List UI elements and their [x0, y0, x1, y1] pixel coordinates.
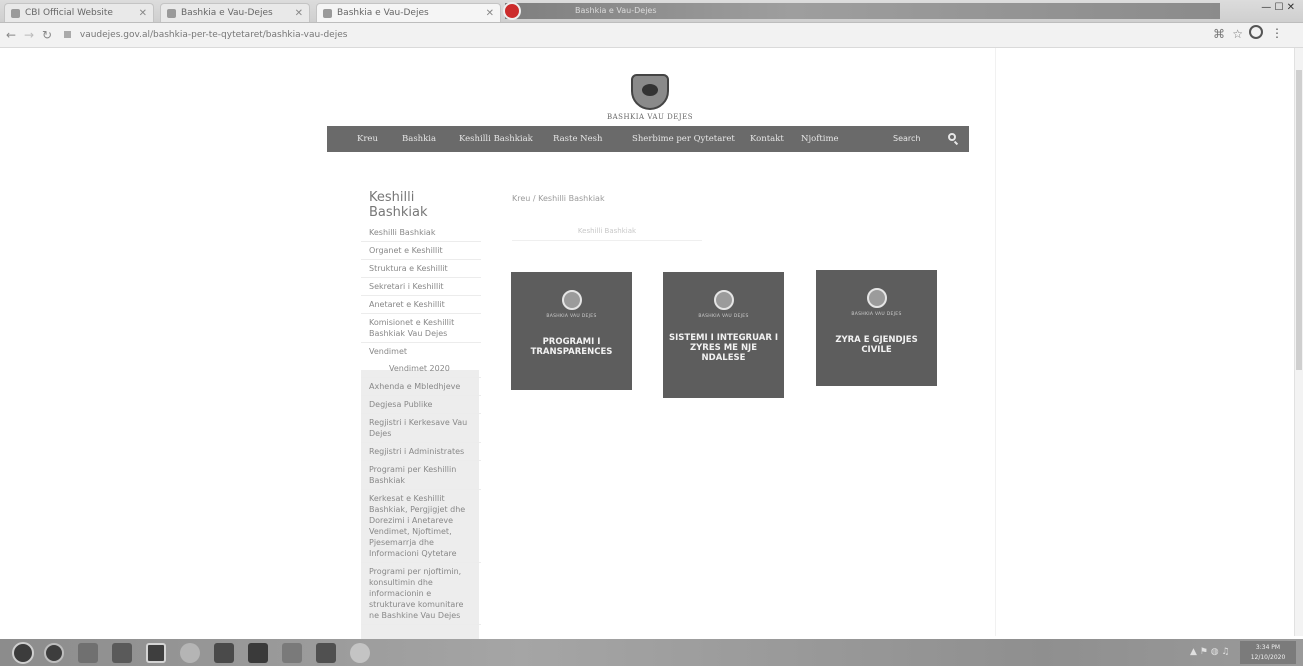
sidebar: Keshilli Bashkiak Keshilli Bashkiak Orga…: [361, 184, 481, 625]
sidebar-item[interactable]: Programi per njoftimin, konsultimin dhe …: [361, 563, 481, 625]
content-heading: Keshilli Bashkiak: [512, 222, 702, 241]
outlook-icon[interactable]: [214, 643, 234, 663]
media-player-icon[interactable]: [146, 643, 166, 663]
translate-icon[interactable]: ⌘: [1213, 27, 1225, 41]
coat-of-arms-icon: [631, 74, 669, 110]
sidebar-item[interactable]: Komisionet e Keshillit Bashkiak Vau Deje…: [361, 314, 481, 343]
tab-label: Bashkia e Vau-Dejes: [181, 8, 273, 18]
nav-item-bashkia[interactable]: Bashkia: [402, 126, 436, 152]
forward-icon[interactable]: →: [24, 28, 34, 42]
clock-time: 3:34 PM: [1255, 644, 1281, 651]
url-field[interactable]: vaudejes.gov.al/bashkia-per-te-qytetaret…: [64, 28, 1184, 42]
nav-item-njoftime[interactable]: Njoftime: [801, 126, 839, 152]
coat-of-arms-icon: [866, 288, 887, 308]
address-bar: ← → ↻ vaudejes.gov.al/bashkia-per-te-qyt…: [0, 23, 1303, 48]
sidebar-item[interactable]: Regjistri i Kerkesave Vau Dejes: [361, 414, 481, 443]
ribbon-text: Bashkia e Vau-Dejes: [575, 6, 657, 15]
clock-date: 12/10/2020: [1250, 654, 1286, 661]
acrobat-icon[interactable]: [248, 643, 268, 663]
scrollbar-thumb[interactable]: [1296, 70, 1302, 370]
close-tab-icon[interactable]: ✕: [486, 4, 494, 22]
card-subtitle: BASHKIA VAU DEJES: [698, 314, 749, 319]
sidebar-item[interactable]: Regjistri i Administrates: [361, 443, 481, 461]
sidebar-item[interactable]: Keshilli Bashkiak: [361, 224, 481, 242]
tab-label: Bashkia e Vau-Dejes: [337, 8, 429, 18]
breadcrumb: Kreu / Keshilli Bashkiak: [512, 194, 605, 203]
browser-tab-2[interactable]: Bashkia e Vau-Dejes ✕: [160, 3, 310, 22]
favicon-icon: [167, 9, 176, 18]
close-tab-icon[interactable]: ✕: [139, 4, 147, 22]
sidebar-item[interactable]: Degjesa Publike: [361, 396, 481, 414]
logo-text: BASHKIA VAU DEJES: [606, 113, 694, 121]
nav-item-keshilli-bashkiak[interactable]: Keshilli Bashkiak: [459, 126, 533, 152]
app-icon[interactable]: [350, 643, 370, 663]
sidebar-item[interactable]: Sekretari i Keshillit: [361, 278, 481, 296]
store-icon[interactable]: [112, 643, 132, 663]
card-title: ZYRA E GJENDJES CIVILE: [835, 335, 918, 355]
card-sistemi-integruar[interactable]: BASHKIA VAU DEJES SISTEMI I INTEGRUAR I …: [663, 272, 784, 398]
url-text: vaudejes.gov.al/bashkia-per-te-qytetaret…: [79, 30, 348, 40]
sidebar-item[interactable]: Anetaret e Keshillit: [361, 296, 481, 314]
new-tab-icon[interactable]: [503, 2, 521, 20]
sidebar-item[interactable]: Programi per Keshillin Bashkiak: [361, 461, 481, 490]
nav-item-kontakt[interactable]: Kontakt: [750, 126, 784, 152]
window-controls[interactable]: — ☐ ✕: [1261, 2, 1295, 13]
browser-tab-3[interactable]: Bashkia e Vau-Dejes ✕: [316, 3, 501, 22]
chrome-icon[interactable]: [180, 643, 200, 663]
card-title: SISTEMI I INTEGRUAR I ZYRES ME NJE NDALE…: [668, 333, 778, 363]
coat-of-arms-icon: [713, 290, 734, 310]
card-zyra-gjendjes-civile[interactable]: BASHKIA VAU DEJES ZYRA E GJENDJES CIVILE: [816, 270, 937, 386]
sidebar-item[interactable]: Organet e Keshillit: [361, 242, 481, 260]
tab-label: CBI Official Website: [25, 8, 113, 18]
chrome-menu-icon[interactable]: ⋮: [1271, 26, 1283, 40]
sidebar-item[interactable]: Vendimet: [361, 343, 481, 360]
page-divider: [995, 48, 996, 636]
card-subtitle: BASHKIA VAU DEJES: [851, 312, 902, 317]
windows-taskbar: ▲ ⚑ ◍ ♫ 3:34 PM 12/10/2020: [0, 639, 1303, 666]
sidebar-item[interactable]: Axhenda e Mbledhjeve: [361, 378, 481, 396]
back-icon[interactable]: ←: [6, 28, 16, 42]
start-button-icon[interactable]: [12, 642, 34, 664]
nav-item-kreu[interactable]: Kreu: [357, 126, 378, 152]
taskbar-clock[interactable]: 3:34 PM 12/10/2020: [1240, 641, 1296, 664]
card-subtitle: BASHKIA VAU DEJES: [546, 314, 597, 319]
word-icon[interactable]: [316, 643, 336, 663]
sidebar-item[interactable]: Kerkesat e Keshillit Bashkiak, Pergjigje…: [361, 490, 481, 563]
main-navigation: Kreu Bashkia Keshilli Bashkiak Raste Nes…: [327, 126, 969, 152]
card-programi-transparences[interactable]: BASHKIA VAU DEJES PROGRAMI I TRANSPARENC…: [511, 272, 632, 390]
browser-tab-bar: CBI Official Website ✕ Bashkia e Vau-Dej…: [0, 0, 1303, 23]
browser-tab-1[interactable]: CBI Official Website ✕: [4, 3, 154, 22]
system-tray-icons[interactable]: ▲ ⚑ ◍ ♫: [1190, 647, 1230, 657]
search-icon[interactable]: [948, 133, 956, 141]
new-tab-ribbon[interactable]: Bashkia e Vau-Dejes: [503, 2, 1220, 20]
close-tab-icon[interactable]: ✕: [295, 4, 303, 22]
nav-item-raste-nesh[interactable]: Raste Nesh: [553, 126, 602, 152]
bookmark-star-icon[interactable]: ☆: [1232, 27, 1243, 41]
sidebar-subitem[interactable]: Vendimet 2020: [361, 360, 481, 378]
vertical-scrollbar[interactable]: [1294, 48, 1303, 636]
reload-icon[interactable]: ↻: [42, 28, 52, 42]
coat-of-arms-icon: [561, 290, 582, 310]
nav-item-sherbime[interactable]: Sherbime per Qytetaret: [632, 126, 735, 152]
favicon-icon: [323, 9, 332, 18]
file-explorer-icon[interactable]: [78, 643, 98, 663]
card-title: PROGRAMI I TRANSPARENCES: [530, 337, 613, 357]
folder-icon[interactable]: [282, 643, 302, 663]
search-input[interactable]: Search: [893, 126, 920, 152]
page-info-icon[interactable]: [64, 31, 71, 38]
site-logo[interactable]: BASHKIA VAU DEJES: [600, 74, 700, 121]
sidebar-item[interactable]: Struktura e Keshillit: [361, 260, 481, 278]
profile-icon[interactable]: [1249, 25, 1263, 39]
internet-explorer-icon[interactable]: [44, 643, 64, 663]
favicon-icon: [11, 9, 20, 18]
sidebar-title: Keshilli Bashkiak: [369, 190, 428, 220]
